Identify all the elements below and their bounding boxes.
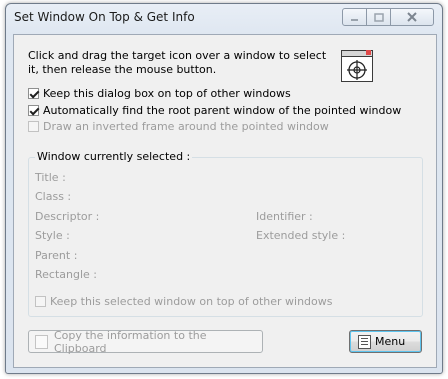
option-label: Keep this dialog box on top of other win…: [43, 87, 291, 100]
checkbox[interactable]: [28, 105, 39, 116]
option-keep-selected-on-top: Keep this selected window on top of othe…: [35, 295, 333, 308]
option-draw-inverted-frame: Draw an inverted frame around the pointe…: [28, 120, 329, 133]
field-class: Class :: [35, 190, 72, 203]
copy-to-clipboard-button: Copy the information to the Clipboard: [28, 328, 263, 355]
checkbox[interactable]: [28, 88, 39, 99]
option-label: Keep this selected window on top of othe…: [50, 295, 333, 308]
maximize-icon: [373, 12, 384, 22]
instructions-text: Click and drag the target icon over a wi…: [28, 49, 327, 76]
selected-window-group: Window currently selected : Title : Clas…: [28, 150, 423, 317]
field-rectangle: Rectangle :: [35, 268, 97, 281]
crosshair-icon: [347, 60, 367, 80]
menu-button-label: Menu: [375, 335, 406, 348]
checkbox: [35, 296, 46, 307]
field-extended-style: Extended style :: [256, 229, 346, 242]
copy-button-label: Copy the information to the Clipboard: [53, 328, 207, 355]
group-legend: Window currently selected :: [35, 150, 193, 163]
minimize-icon: [351, 18, 358, 21]
minimize-button[interactable]: [342, 8, 367, 26]
close-button[interactable]: [390, 8, 434, 26]
close-icon: [407, 12, 417, 22]
window-title: Set Window On Top & Get Info: [14, 10, 195, 24]
field-identifier: Identifier :: [256, 210, 313, 223]
clipboard-icon: [35, 334, 48, 349]
option-find-root-parent[interactable]: Automatically find the root parent windo…: [28, 104, 401, 117]
title-bar[interactable]: Set Window On Top & Get Info: [6, 4, 442, 30]
menu-button[interactable]: Menu: [349, 330, 422, 353]
option-label: Automatically find the root parent windo…: [43, 104, 402, 117]
maximize-button[interactable]: [366, 8, 391, 26]
field-title: Title :: [35, 171, 66, 184]
option-keep-dialog-on-top[interactable]: Keep this dialog box on top of other win…: [28, 87, 291, 100]
checkbox: [28, 121, 39, 132]
field-parent: Parent :: [35, 249, 78, 262]
crosshair-target-icon[interactable]: [341, 50, 373, 82]
window-controls: [342, 8, 434, 26]
field-style: Style :: [35, 229, 70, 242]
target-close-mark: [366, 50, 371, 55]
target-titlebar: [342, 50, 372, 57]
option-label: Draw an inverted frame around the pointe…: [43, 120, 329, 133]
dialog-client-area: Click and drag the target icon over a wi…: [13, 34, 437, 368]
field-descriptor: Descriptor :: [35, 210, 100, 223]
dialog-window: Set Window On Top & Get Info Click and d…: [5, 3, 443, 374]
menu-list-icon: [358, 334, 371, 349]
